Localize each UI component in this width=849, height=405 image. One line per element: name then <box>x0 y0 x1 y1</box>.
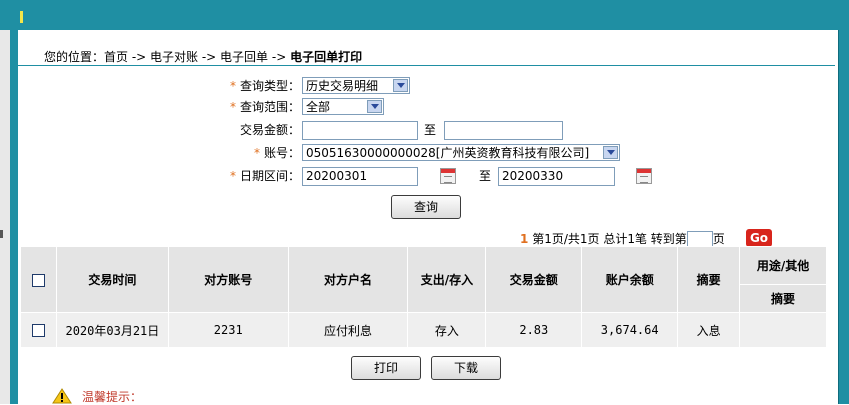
breadcrumb-prefix: 您的位置： <box>44 50 105 64</box>
date-range-label: * 日期区间： <box>218 166 300 186</box>
col-header-direction: 支出/存入 <box>407 246 487 313</box>
required-star-icon: * <box>229 100 236 114</box>
download-button[interactable]: 下载 <box>431 356 501 380</box>
date-to-label: 至 <box>479 169 492 183</box>
row-checkbox-cell <box>20 312 57 348</box>
right-frame-border <box>838 30 849 404</box>
left-rail <box>0 30 10 404</box>
left-frame-border <box>10 30 18 404</box>
query-range-value: 全部 <box>306 100 331 114</box>
chevron-down-icon[interactable] <box>603 146 618 159</box>
col-header-balance: 账户余额 <box>581 246 679 313</box>
select-all-checkbox[interactable] <box>31 273 45 287</box>
cell-time: 2020年03月21日 <box>55 312 169 348</box>
tip-label: 温馨提示： <box>82 390 143 404</box>
account-value: 05051630000000028[广州英资教育科技有限公司] <box>306 146 590 160</box>
required-star-icon: * <box>253 146 260 160</box>
date-from-input[interactable]: 20200301 <box>302 167 418 186</box>
select-all-cell <box>20 246 57 313</box>
chevron-down-icon[interactable] <box>393 79 408 92</box>
account-label-text: 账号： <box>263 146 300 160</box>
cell-account: 2231 <box>167 312 289 348</box>
row-checkbox[interactable] <box>31 324 45 337</box>
table-header-row: 交易时间 对方账号 对方户名 支出/存入 交易金额 账户余额 摘要 用途/其他 <box>20 246 827 313</box>
query-type-label: * 查询类型： <box>218 76 300 96</box>
col-header-usage: 用途/其他 <box>739 246 827 285</box>
query-range-label-text: 查询范围： <box>239 100 300 114</box>
cell-name: 应付利息 <box>287 312 409 348</box>
amount-label: 交易金额： <box>239 123 300 137</box>
account-label: * 账号： <box>218 143 300 163</box>
query-range-select[interactable]: 全部 <box>302 98 384 115</box>
cell-direction: 存入 <box>407 312 487 348</box>
amount-from-input[interactable] <box>302 121 418 140</box>
breadcrumb-path: 首页 -> 电子对账 -> 电子回单 -> <box>104 50 291 64</box>
col-header-account: 对方账号 <box>167 246 289 313</box>
required-star-icon: * <box>229 79 236 93</box>
col-header-summary: 摘要 <box>677 246 741 313</box>
top-banner <box>0 0 849 30</box>
account-select[interactable]: 05051630000000028[广州英资教育科技有限公司] <box>302 144 620 161</box>
col-header-usage-summary: 摘要 <box>739 284 827 313</box>
warning-icon <box>52 388 72 404</box>
amount-to-label: 至 <box>424 123 437 137</box>
query-type-label-text: 查询类型： <box>239 79 300 93</box>
amount-to-input[interactable] <box>444 121 563 140</box>
query-type-value: 历史交易明细 <box>306 79 379 93</box>
go-button[interactable]: Go <box>746 229 772 247</box>
print-button[interactable]: 打印 <box>351 356 421 380</box>
col-header-amount: 交易金额 <box>485 246 583 313</box>
row-query-type: * 查询类型： 历史交易明细 <box>18 76 838 96</box>
row-date-range: * 日期区间： 20200301 至 20200330 <box>18 166 838 186</box>
rail-marker <box>0 230 3 238</box>
calendar-icon[interactable] <box>440 168 456 184</box>
query-type-select[interactable]: 历史交易明细 <box>302 77 410 94</box>
query-range-label: * 查询范围： <box>218 97 300 117</box>
transaction-table: 交易时间 对方账号 对方户名 支出/存入 交易金额 账户余额 摘要 用途/其他 … <box>20 246 827 348</box>
col-header-name: 对方户名 <box>287 246 409 313</box>
query-button[interactable]: 查询 <box>391 195 461 219</box>
breadcrumb: 您的位置：首页 -> 电子对账 -> 电子回单 -> 电子回单打印 <box>44 48 362 65</box>
pager-text: 第1页/共1页 总计1笔 转到第 <box>532 232 687 246</box>
banner-marker <box>20 11 23 23</box>
cell-amount: 2.83 <box>485 312 583 348</box>
row-query-range: * 查询范围： 全部 <box>18 97 838 117</box>
row-account: * 账号： 05051630000000028[广州英资教育科技有限公司] <box>18 143 838 163</box>
pager-current-page: 1 <box>520 232 529 246</box>
col-header-time: 交易时间 <box>55 246 169 313</box>
date-to-input[interactable]: 20200330 <box>498 167 615 186</box>
chevron-down-icon[interactable] <box>367 100 382 113</box>
pager-suffix: 页 <box>712 232 725 246</box>
cell-usage <box>739 312 827 348</box>
cell-summary: 入息 <box>677 312 741 348</box>
required-star-icon: * <box>229 169 236 183</box>
cell-balance: 3,674.64 <box>581 312 679 348</box>
date-range-label-text: 日期区间： <box>239 169 300 183</box>
breadcrumb-current: 电子回单打印 <box>290 50 363 64</box>
calendar-icon[interactable] <box>636 168 652 184</box>
table-row[interactable]: 2020年03月21日 2231 应付利息 存入 2.83 3,674.64 入… <box>20 312 827 348</box>
breadcrumb-divider <box>18 65 835 66</box>
row-amount: 交易金额： 至 <box>18 120 838 140</box>
